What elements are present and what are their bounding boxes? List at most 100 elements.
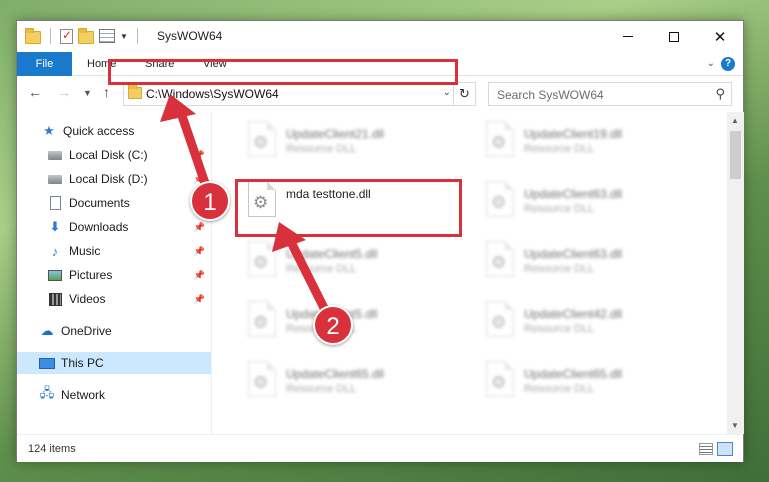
file-item[interactable]: ⚙ UpdateClient21.dll Resource DLL <box>238 117 468 165</box>
dll-file-icon: ⚙ <box>486 241 514 277</box>
disk-icon <box>48 174 62 184</box>
dll-file-icon: ⚙ <box>248 301 276 337</box>
pictures-icon-wrap <box>47 267 63 283</box>
scroll-down-icon[interactable]: ▼ <box>731 421 739 430</box>
file-type: Resource DLL <box>286 143 357 155</box>
gear-icon: ⚙ <box>253 253 269 272</box>
file-name: UpdateClient21.dll <box>286 127 385 141</box>
sidebar-item-music[interactable]: ♪ Music 📌 <box>17 240 211 262</box>
search-icon[interactable]: ⚲ <box>715 86 725 102</box>
scroll-up-icon[interactable]: ▲ <box>731 116 739 125</box>
up-arrow-icon[interactable]: ↑ <box>103 84 110 100</box>
refresh-icon[interactable]: ↻ <box>453 83 475 105</box>
customize-list-icon[interactable] <box>99 29 115 43</box>
maximize-icon <box>669 31 679 42</box>
gear-icon: ⚙ <box>491 313 507 332</box>
file-type: Resource DLL <box>524 383 595 395</box>
sidebar-item-network[interactable]: 🖧 Network <box>17 384 211 406</box>
search-placeholder[interactable]: Search SysWOW64 <box>497 88 604 102</box>
file-type: Resource DLL <box>524 143 595 155</box>
caption-buttons: ✕ <box>605 21 743 52</box>
file-item[interactable]: ⚙ UpdateClient5.dll Resource DLL <box>238 237 468 285</box>
new-folder-icon[interactable] <box>78 27 94 44</box>
file-name: UpdateClient42.dll <box>524 307 623 321</box>
pin-icon[interactable]: 📌 <box>194 246 205 257</box>
gear-icon: ⚙ <box>491 373 507 392</box>
file-highlight-box <box>235 179 462 237</box>
disk-icon <box>48 150 62 160</box>
chevron-down-icon[interactable]: ▼ <box>120 32 128 41</box>
pin-icon[interactable]: 📌 <box>194 150 205 161</box>
sidebar-item-label: Network <box>61 388 106 402</box>
scroll-thumb[interactable] <box>730 131 741 179</box>
dll-file-icon: ⚙ <box>486 121 514 157</box>
file-type: Resource DLL <box>524 203 595 215</box>
large-icons-view-icon[interactable] <box>717 442 733 456</box>
file-item[interactable]: ⚙ UpdateClient65.dll Resource DLL <box>476 357 706 405</box>
sidebar-item-pictures[interactable]: Pictures 📌 <box>17 264 211 286</box>
gear-icon: ⚙ <box>253 373 269 392</box>
properties-check-icon[interactable] <box>60 28 73 44</box>
back-arrow-icon[interactable]: ← <box>28 84 42 100</box>
sidebar-item-downloads[interactable]: ⬇ Downloads 📌 <box>17 216 211 238</box>
file-type: Resource DLL <box>524 323 595 335</box>
navigation-pane: ★ Quick access Local Disk (C:) 📌 Local D… <box>17 112 211 434</box>
help-icon[interactable]: ? <box>721 57 735 71</box>
pin-icon[interactable]: 📌 <box>194 294 205 305</box>
dll-file-icon: ⚙ <box>486 181 514 217</box>
explorer-window: ▼ SysWOW64 ✕ File Home Share View ⌄ ? ← … <box>16 20 744 462</box>
disk-icon-wrap <box>47 147 63 163</box>
address-path[interactable]: C:\Windows\SysWOW64 <box>146 87 279 101</box>
pin-icon[interactable]: 📌 <box>194 270 205 281</box>
dll-file-icon: ⚙ <box>486 301 514 337</box>
file-item[interactable]: ⚙ UpdateClient63.dll Resource DLL <box>476 237 706 285</box>
sidebar-item-this-pc[interactable]: This PC <box>17 352 211 374</box>
file-name: UpdateClient65.dll <box>524 367 623 381</box>
window-title: SysWOW64 <box>157 29 223 43</box>
pin-icon[interactable]: 📌 <box>194 222 205 233</box>
computer-icon-wrap <box>39 355 55 371</box>
gear-icon: ⚙ <box>253 313 269 332</box>
sidebar-item-onedrive[interactable]: ☁ OneDrive <box>17 320 211 342</box>
address-bar[interactable]: C:\Windows\SysWOW64 ⌄ ↻ <box>123 82 476 106</box>
download-icon: ⬇ <box>49 219 61 234</box>
toolbar-separator <box>136 28 138 44</box>
pictures-icon <box>48 269 62 281</box>
sidebar-item-quick-access[interactable]: ★ Quick access <box>17 120 211 142</box>
minimize-button[interactable] <box>605 21 651 52</box>
network-icon: 🖧 <box>39 385 55 400</box>
file-item[interactable]: ⚙ UpdateClient42.dll Resource DLL <box>476 297 706 345</box>
title-bar: ▼ SysWOW64 ✕ <box>17 21 743 52</box>
file-type: Resource DLL <box>286 383 357 395</box>
recent-locations-chevron-icon[interactable]: ▼ <box>83 88 92 98</box>
sidebar-item-local-disk-c[interactable]: Local Disk (C:) 📌 <box>17 144 211 166</box>
sidebar-item-label: Local Disk (C:) <box>69 148 148 162</box>
dll-file-icon: ⚙ <box>248 241 276 277</box>
close-button[interactable]: ✕ <box>697 21 743 52</box>
forward-arrow-icon[interactable]: → <box>57 84 71 100</box>
sidebar-item-local-disk-d[interactable]: Local Disk (D:) 📌 <box>17 168 211 190</box>
file-item[interactable]: ⚙ UpdateClient5.dll Resource DLL <box>238 297 468 345</box>
sidebar-item-label: OneDrive <box>61 324 112 338</box>
dll-file-icon: ⚙ <box>248 361 276 397</box>
sidebar-item-label: Downloads <box>69 220 129 234</box>
sidebar-item-videos[interactable]: Videos 📌 <box>17 288 211 310</box>
file-name: UpdateClient19.dll <box>524 127 623 141</box>
videos-icon <box>48 292 62 306</box>
folder-icon <box>128 84 142 99</box>
gear-icon: ⚙ <box>253 133 269 152</box>
file-item[interactable]: ⚙ UpdateClient65.dll Resource DLL <box>238 357 468 405</box>
folder-icon <box>25 27 41 44</box>
address-dropdown-icon[interactable]: ⌄ <box>443 87 451 98</box>
file-item[interactable]: ⚙ UpdateClient63.dll Resource DLL <box>476 177 706 225</box>
videos-icon-wrap <box>47 291 63 307</box>
maximize-button[interactable] <box>651 21 697 52</box>
sidebar-item-documents[interactable]: Documents 📌 <box>17 192 211 214</box>
sidebar-item-label: Pictures <box>69 268 113 282</box>
file-item[interactable]: ⚙ UpdateClient19.dll Resource DLL <box>476 117 706 165</box>
search-box[interactable]: Search SysWOW64 ⚲ <box>488 82 732 106</box>
expand-ribbon-icon[interactable]: ⌄ <box>707 58 715 69</box>
vertical-scrollbar[interactable]: ▲ ▼ <box>727 112 744 434</box>
details-view-icon[interactable] <box>699 443 713 455</box>
document-icon <box>49 196 61 210</box>
